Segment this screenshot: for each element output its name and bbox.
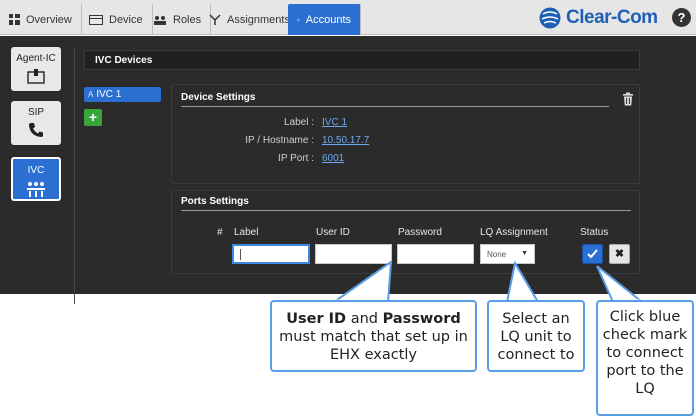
check-callout: Click blue check mark to connect port to… bbox=[596, 300, 694, 416]
check-pointer bbox=[596, 265, 645, 303]
credentials-callout: User ID and Password must match that set… bbox=[270, 300, 477, 372]
callout-credentials-text: must match that set up in EHX exactly bbox=[279, 329, 468, 363]
callout-user-id: User ID bbox=[286, 311, 347, 327]
lq-pointer bbox=[505, 260, 540, 303]
lq-callout: Select an LQ unit to connect to bbox=[487, 300, 585, 372]
callout-password: Password bbox=[382, 311, 461, 327]
credentials-pointer bbox=[330, 259, 393, 303]
callout-and: and bbox=[346, 311, 383, 327]
